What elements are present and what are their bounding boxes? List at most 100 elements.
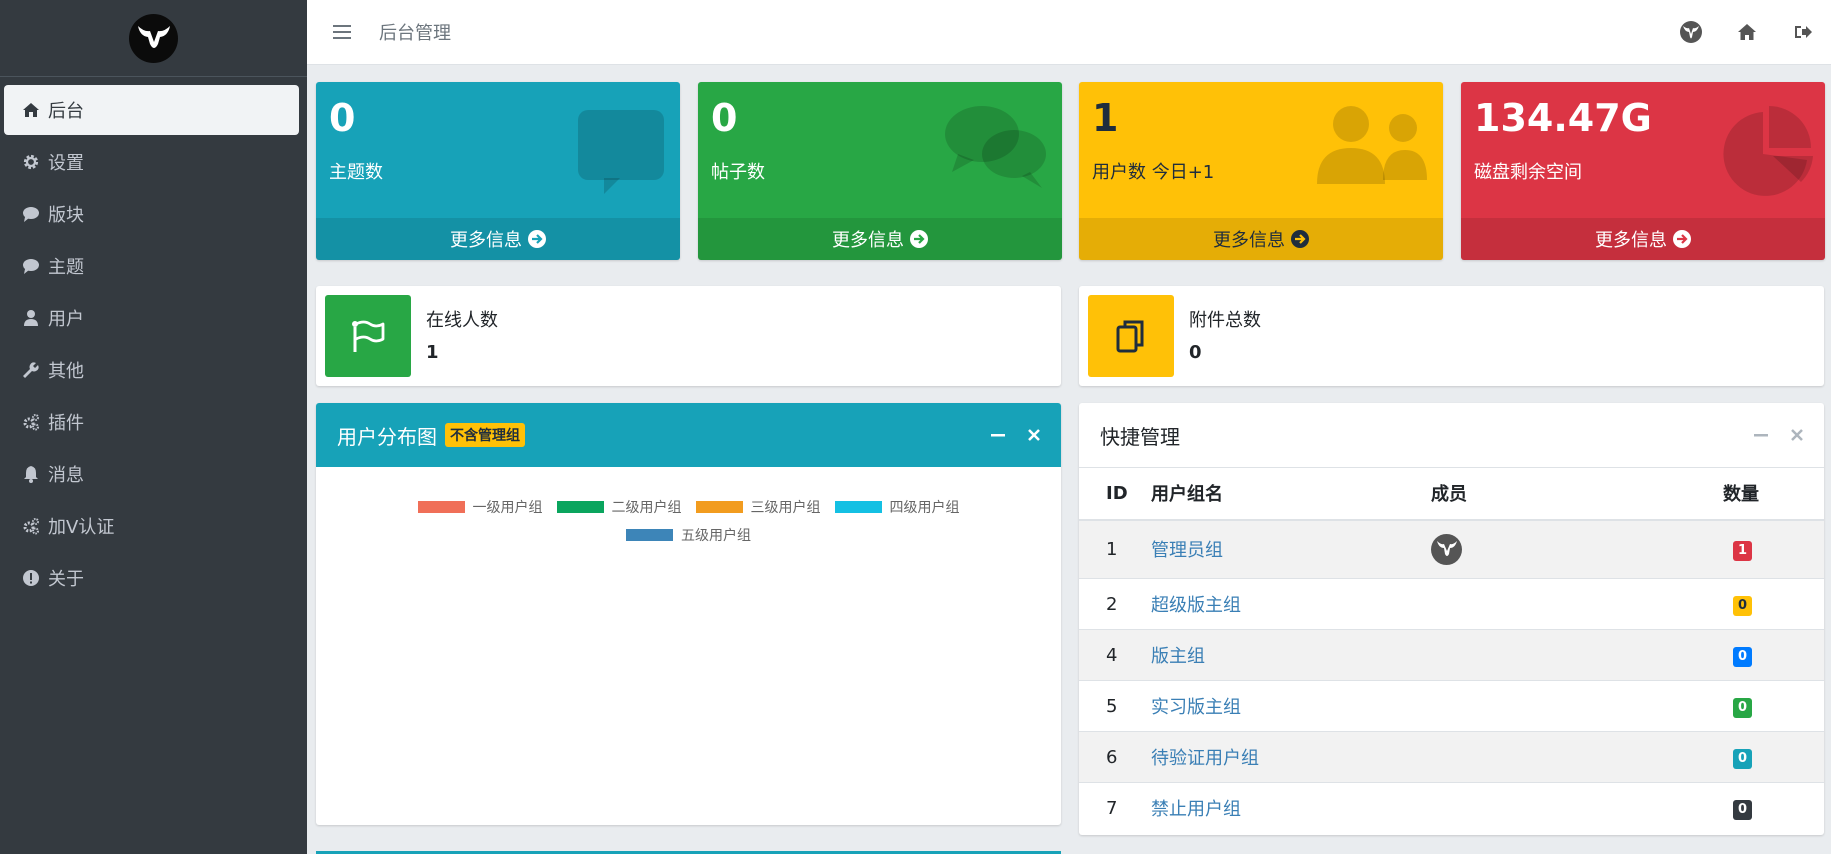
legend-label: 五级用户组: [681, 528, 751, 544]
info-title: 在线人数: [426, 310, 498, 331]
sidebar-item-label: 其他: [48, 361, 84, 382]
column-header: ID: [1079, 467, 1151, 521]
minus-icon: [991, 434, 1005, 437]
sidebar-nav: 后台 设置 版块 主题 用户 其他 插件 消息 加V认证 关于: [0, 77, 307, 603]
group-count-cell: 0: [1723, 680, 1824, 732]
pie-chart-icon: [1719, 104, 1817, 200]
arrow-circle-right-icon: [1673, 230, 1691, 248]
count-badge: 0: [1733, 799, 1752, 820]
arrow-circle-right-icon: [528, 230, 546, 248]
group-name-cell: 版主组: [1151, 629, 1431, 681]
legend-item[interactable]: 三级用户组: [695, 497, 821, 517]
close-icon: [1791, 429, 1803, 441]
wrench-icon: [20, 360, 42, 380]
group-count-cell: 0: [1723, 731, 1824, 783]
info-title: 附件总数: [1189, 310, 1261, 331]
bell-icon: [20, 464, 42, 484]
group-name-link[interactable]: 版主组: [1151, 646, 1205, 667]
sidebar-item-about[interactable]: 关于: [4, 553, 299, 603]
table-row: 2 超级版主组 0: [1079, 578, 1824, 630]
sidebar-item-dashboard[interactable]: 后台: [4, 85, 299, 135]
users-icon: [1317, 104, 1429, 190]
group-id: 6: [1079, 731, 1151, 783]
sidebar-item-topics[interactable]: 主题: [4, 241, 299, 291]
more-info-label: 更多信息: [450, 230, 522, 251]
column-header: 用户组名: [1151, 467, 1431, 521]
status-badge: 不含管理组: [445, 423, 525, 447]
group-id: 1: [1079, 519, 1151, 579]
group-count-cell: 0: [1723, 578, 1824, 630]
sidebar-item-label: 用户: [48, 309, 84, 330]
table-row: 4 版主组 0: [1079, 629, 1824, 681]
stat-value: 1: [1092, 96, 1119, 140]
collapse-button[interactable]: [1754, 428, 1768, 442]
more-info-label: 更多信息: [832, 230, 904, 251]
legend-item[interactable]: 四级用户组: [834, 497, 960, 517]
sidebar-item-boards[interactable]: 版块: [4, 189, 299, 239]
info-online-users: 在线人数 1: [316, 286, 1061, 386]
comments-icon: [944, 104, 1048, 194]
quick-management-card: 快捷管理 ID 用户组名 成员 数量 1 管理员组 1 2 超级版主组 0 4 版主组 0 5 实习…: [1079, 403, 1824, 835]
legend-item[interactable]: 一级用户组: [417, 497, 543, 517]
sidebar-item-verification[interactable]: 加V认证: [4, 501, 299, 551]
group-members-cell: [1431, 731, 1723, 783]
sign-out-icon[interactable]: [1791, 20, 1815, 44]
breadcrumb[interactable]: 后台管理: [379, 19, 451, 45]
arrow-circle-right-icon: [910, 230, 928, 248]
top-navbar: 后台管理: [307, 0, 1831, 65]
user-group-table: ID 用户组名 成员 数量 1 管理员组 1 2 超级版主组 0 4 版主组 0 5 实习版主组 0 6…: [1079, 467, 1824, 834]
group-name-link[interactable]: 超级版主组: [1151, 595, 1241, 616]
count-badge: 0: [1733, 748, 1752, 769]
column-header: 成员: [1431, 467, 1723, 521]
more-info-link[interactable]: 更多信息: [698, 218, 1062, 260]
group-name-cell: 实习版主组: [1151, 680, 1431, 732]
logo[interactable]: [129, 13, 178, 63]
group-id: 4: [1079, 629, 1151, 681]
more-info-link[interactable]: 更多信息: [316, 218, 680, 260]
flag-icon: [325, 295, 411, 377]
sidebar-item-messages[interactable]: 消息: [4, 449, 299, 499]
legend-label: 四级用户组: [889, 500, 960, 516]
collapse-button[interactable]: [991, 428, 1005, 442]
info-attachments: 附件总数 0: [1079, 286, 1824, 386]
group-name-link[interactable]: 管理员组: [1151, 540, 1223, 561]
gear-icon: [20, 152, 42, 172]
card-header: 用户分布图 不含管理组: [316, 403, 1061, 467]
group-members-cell: [1431, 578, 1723, 630]
home-icon[interactable]: [1735, 20, 1759, 44]
stat-label: 帖子数: [711, 162, 765, 183]
count-badge: 0: [1733, 595, 1752, 616]
group-name-cell: 超级版主组: [1151, 578, 1431, 630]
more-info-link[interactable]: 更多信息: [1461, 218, 1825, 260]
comment-icon: [20, 204, 42, 224]
stat-label: 用户数 今日+1: [1092, 162, 1215, 183]
legend-item[interactable]: 五级用户组: [626, 525, 751, 545]
group-members-cell: [1431, 519, 1723, 579]
more-info-link[interactable]: 更多信息: [1079, 218, 1443, 260]
brand[interactable]: [0, 0, 307, 77]
group-name-link[interactable]: 禁止用户组: [1151, 799, 1241, 820]
sidebar-item-settings[interactable]: 设置: [4, 137, 299, 187]
group-name-cell: 禁止用户组: [1151, 782, 1431, 834]
home-icon: [20, 100, 42, 120]
card-header: 快捷管理: [1079, 403, 1824, 467]
group-count-cell: 0: [1723, 782, 1824, 834]
legend-swatch: [556, 501, 604, 513]
sidebar-item-users[interactable]: 用户: [4, 293, 299, 343]
sidebar-item-plugins[interactable]: 插件: [4, 397, 299, 447]
legend-item[interactable]: 二级用户组: [556, 497, 682, 517]
group-name-link[interactable]: 实习版主组: [1151, 697, 1241, 718]
group-name-link[interactable]: 待验证用户组: [1151, 748, 1259, 769]
sidebar-item-label: 消息: [48, 465, 84, 486]
more-info-label: 更多信息: [1213, 230, 1285, 251]
info-value: 1: [426, 342, 439, 363]
sidebar-item-label: 加V认证: [48, 517, 115, 538]
sidebar-item-other[interactable]: 其他: [4, 345, 299, 395]
close-button[interactable]: [1027, 428, 1041, 442]
legend-swatch: [417, 501, 465, 513]
close-button[interactable]: [1790, 428, 1804, 442]
user-avatar-icon[interactable]: [1679, 20, 1703, 44]
avatar[interactable]: [1431, 533, 1462, 565]
menu-toggle-icon[interactable]: [333, 25, 351, 39]
navbar-actions: [1679, 20, 1815, 44]
